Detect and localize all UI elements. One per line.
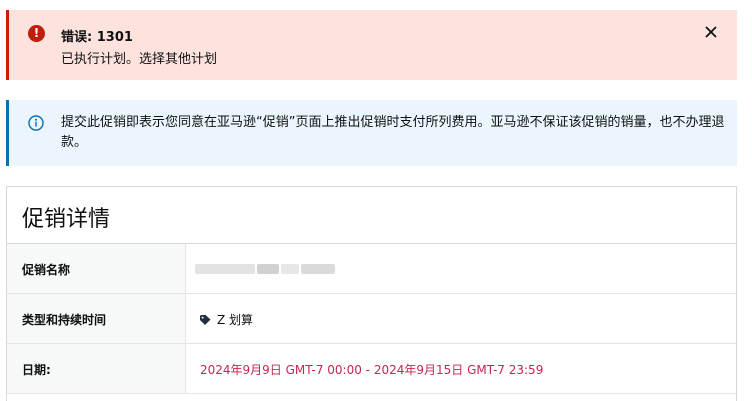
type-duration-value: Z 划算: [200, 311, 253, 328]
panel-title: 促销详情: [7, 187, 736, 244]
tag-icon: [200, 314, 211, 325]
promotion-details-panel: 促销详情 促销名称 类型和持续时间 Z 划算 日期: 2024年9月9日 GMT…: [6, 186, 737, 401]
type-duration-row: 类型和持续时间 Z 划算: [7, 294, 736, 344]
date-value: 2024年9月9日 GMT-7 00:00 - 2024年9月15日 GMT-7…: [200, 363, 544, 377]
type-duration-label: 类型和持续时间: [7, 294, 186, 343]
error-message: 已执行计划。选择其他计划: [61, 52, 218, 67]
info-message: 提交此促销即表示您同意在亚马逊“促销”页面上推出促销时支付所列费用。亚马逊不保证…: [61, 115, 725, 150]
info-icon: [28, 115, 44, 131]
promotion-name-row: 促销名称: [7, 244, 736, 294]
error-alert: ! 错误: 1301 已执行计划。选择其他计划: [6, 10, 737, 80]
promotion-name-redacted: [195, 264, 335, 274]
date-label: 日期:: [7, 344, 186, 393]
error-title: 错误: 1301: [61, 30, 133, 45]
close-icon[interactable]: [703, 24, 719, 40]
promotion-name-label: 促销名称: [7, 244, 186, 293]
error-icon: !: [28, 25, 45, 42]
type-duration-text: Z 划算: [217, 313, 254, 327]
date-row: 日期: 2024年9月9日 GMT-7 00:00 - 2024年9月15日 G…: [7, 344, 736, 394]
info-alert: 提交此促销即表示您同意在亚马逊“促销”页面上推出促销时支付所列费用。亚马逊不保证…: [6, 100, 737, 166]
